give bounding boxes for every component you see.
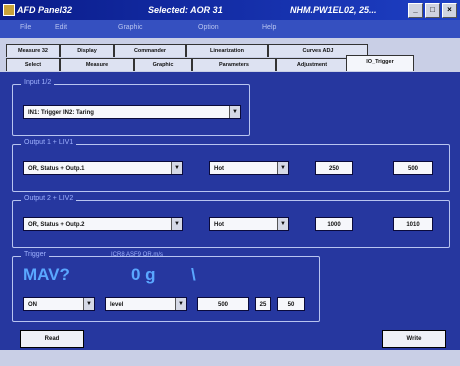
- maximize-icon[interactable]: □: [425, 3, 440, 18]
- output2-value2-field[interactable]: 1010: [393, 217, 433, 231]
- output2-polarity-value: Hot: [214, 222, 224, 228]
- selected-label: Selected: AOR 31: [148, 5, 223, 15]
- trigger-state-value: ON: [28, 302, 37, 308]
- io-trigger-panel: Input 1/2 IN1: Trigger IN2: Taring ▼ Out…: [8, 72, 458, 350]
- output2-value1-field[interactable]: 1000: [315, 217, 353, 231]
- tab-io-trigger[interactable]: IO_Trigger: [346, 55, 414, 71]
- output1-mode-value: OR, Status + Outp.1: [28, 166, 85, 172]
- app-icon: [3, 4, 15, 16]
- tab-select[interactable]: Select: [6, 58, 60, 71]
- trigger-header: ICR8 ASF9 OR.m/s: [111, 252, 164, 258]
- chevron-down-icon[interactable]: ▼: [171, 218, 182, 230]
- chevron-down-icon[interactable]: ▼: [171, 162, 182, 174]
- window-title: AFD Panel32: [17, 5, 73, 15]
- tab-adjustment[interactable]: Adjustment: [276, 58, 348, 71]
- chevron-down-icon[interactable]: ▼: [229, 106, 240, 118]
- close-icon[interactable]: ×: [442, 3, 457, 18]
- read-button[interactable]: Read: [20, 330, 84, 348]
- output2-group: Output 2 + LIV2 OR, Status + Outp.2 ▼ Ho…: [12, 195, 450, 248]
- write-button[interactable]: Write: [382, 330, 446, 348]
- input-mode-value: IN1: Trigger IN2: Taring: [28, 110, 94, 116]
- menu-edit[interactable]: Edit: [55, 24, 67, 31]
- output1-mode-select[interactable]: OR, Status + Outp.1 ▼: [23, 161, 183, 175]
- trigger-level-select[interactable]: level ▼: [105, 297, 187, 311]
- tab-parameters[interactable]: Parameters: [192, 58, 276, 71]
- trigger-level-value: level: [110, 302, 124, 308]
- title-bar: AFD Panel32 Selected: AOR 31 NHM.PW1EL02…: [0, 0, 460, 20]
- output1-polarity-select[interactable]: Hot ▼: [209, 161, 289, 175]
- menu-graphic[interactable]: Graphic: [118, 24, 143, 31]
- trigger-field1[interactable]: 500: [197, 297, 249, 311]
- output2-mode-value: OR, Status + Outp.2: [28, 222, 85, 228]
- input-group: Input 1/2 IN1: Trigger IN2: Taring ▼: [12, 79, 250, 136]
- output2-mode-select[interactable]: OR, Status + Outp.2 ▼: [23, 217, 183, 231]
- trigger-group-label: Trigger: [21, 251, 49, 258]
- trigger-reading-sign: \: [191, 265, 196, 284]
- trigger-field2[interactable]: 25: [255, 297, 271, 311]
- tab-display[interactable]: Display: [60, 44, 114, 57]
- tab-linearization[interactable]: Linearization: [186, 44, 268, 57]
- window-path: NHM.PW1EL02, 25...: [290, 5, 377, 15]
- output1-value2-field[interactable]: 500: [393, 161, 433, 175]
- menu-option[interactable]: Option: [198, 24, 219, 31]
- menu-file[interactable]: File: [20, 24, 31, 31]
- trigger-reading-name: MAV?: [23, 265, 70, 284]
- output1-polarity-value: Hot: [214, 166, 224, 172]
- trigger-field3[interactable]: 50: [277, 297, 305, 311]
- chevron-down-icon[interactable]: ▼: [277, 218, 288, 230]
- trigger-reading-value: 0 g: [131, 265, 156, 284]
- chevron-down-icon[interactable]: ▼: [277, 162, 288, 174]
- status-bar: [0, 350, 460, 366]
- output1-group: Output 1 + LIV1 OR, Status + Outp.1 ▼ Ho…: [12, 139, 450, 192]
- tab-graphic[interactable]: Graphic: [134, 58, 192, 71]
- output1-value1-field[interactable]: 250: [315, 161, 353, 175]
- output2-polarity-select[interactable]: Hot ▼: [209, 217, 289, 231]
- chevron-down-icon[interactable]: ▼: [175, 298, 186, 310]
- trigger-state-select[interactable]: ON ▼: [23, 297, 95, 311]
- output1-group-label: Output 1 + LIV1: [21, 139, 77, 146]
- application-window: AFD Panel32 Selected: AOR 31 NHM.PW1EL02…: [0, 0, 460, 366]
- tab-measure32[interactable]: Measure 32: [6, 44, 60, 57]
- minimize-icon[interactable]: _: [408, 3, 423, 18]
- tab-measure[interactable]: Measure: [60, 58, 134, 71]
- input-mode-select[interactable]: IN1: Trigger IN2: Taring ▼: [23, 105, 241, 119]
- menu-bar: File Edit Graphic Option Help: [0, 20, 460, 38]
- trigger-group: Trigger ICR8 ASF9 OR.m/s MAV? 0 g \ ON ▼…: [12, 251, 320, 322]
- chevron-down-icon[interactable]: ▼: [83, 298, 94, 310]
- tab-commander[interactable]: Commander: [114, 44, 186, 57]
- output2-group-label: Output 2 + LIV2: [21, 195, 77, 202]
- input-group-label: Input 1/2: [21, 79, 55, 86]
- tab-strip: Measure 32 Display Commander Linearizati…: [0, 38, 460, 72]
- menu-help[interactable]: Help: [262, 24, 276, 31]
